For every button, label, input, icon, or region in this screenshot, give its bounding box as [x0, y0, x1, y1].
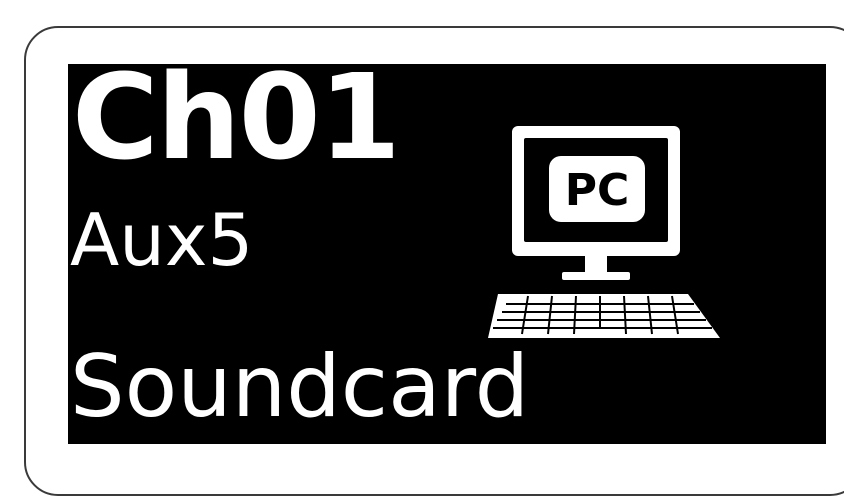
pc-label: PC — [565, 165, 630, 216]
source-name: Aux5 — [70, 198, 254, 282]
device-label: Soundcard — [70, 337, 530, 437]
computer-icon: PC — [488, 126, 720, 338]
channel-id: Ch01 — [72, 64, 401, 186]
channel-display: Ch01 Aux5 Soundcard PC — [68, 64, 826, 444]
